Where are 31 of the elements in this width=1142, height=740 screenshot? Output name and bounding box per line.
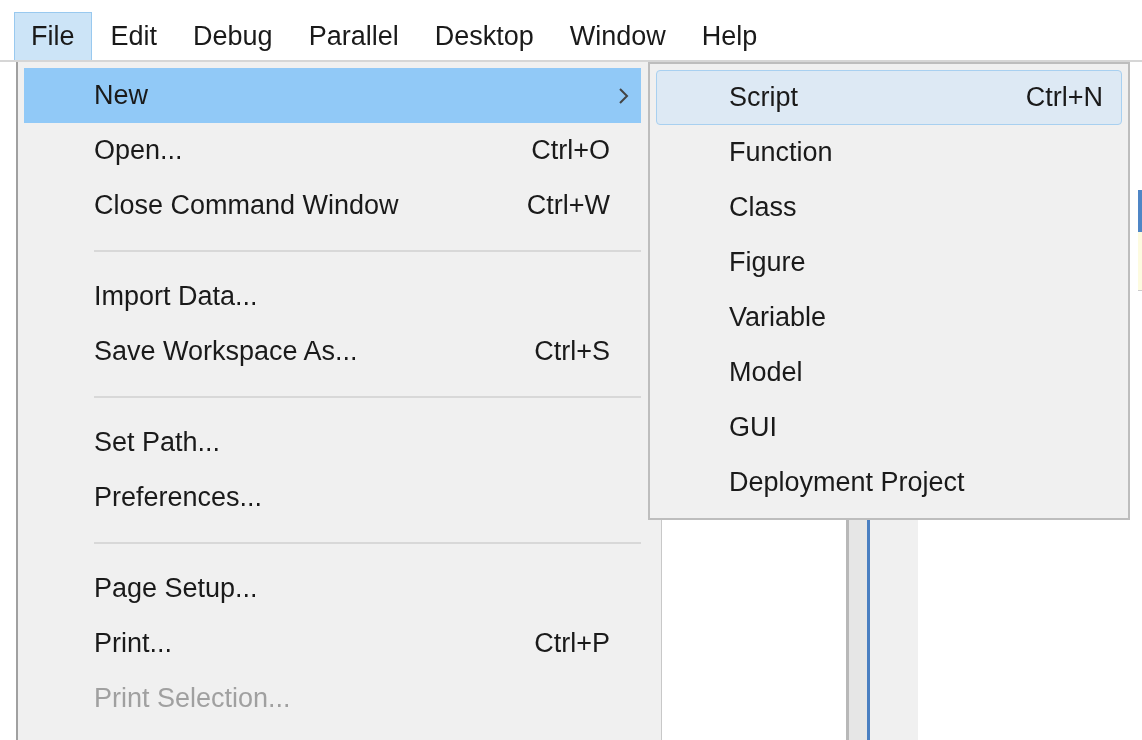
menu-item[interactable]: GUI xyxy=(656,400,1122,455)
menu-item[interactable]: Set Path... xyxy=(24,415,641,470)
table-header xyxy=(1138,190,1142,232)
menu-item[interactable]: Page Setup... xyxy=(24,561,641,616)
shortcut-text: Ctrl+P xyxy=(534,628,610,659)
menu-item[interactable]: Preferences... xyxy=(24,470,641,525)
menu-item[interactable]: Model xyxy=(656,345,1122,400)
menu-bar-item[interactable]: Edit xyxy=(93,12,175,60)
menu-item[interactable]: Function xyxy=(656,125,1122,180)
menu-bar-item[interactable]: Parallel xyxy=(291,12,416,60)
menu-item[interactable]: Figure xyxy=(656,235,1122,290)
menu-item[interactable]: Open... Ctrl+O xyxy=(24,123,641,178)
menu-item[interactable]: Script Ctrl+N xyxy=(656,70,1122,125)
menu-item[interactable]: Variable xyxy=(656,290,1122,345)
menu-item[interactable]: Close Command Window Ctrl+W xyxy=(24,178,641,233)
menu-bar-item[interactable]: Debug xyxy=(176,12,290,60)
shortcut-text: Ctrl+N xyxy=(1025,82,1103,113)
menu-bar-item[interactable]: Window xyxy=(552,12,683,60)
shortcut-text: Ctrl+O xyxy=(531,135,610,166)
menu-bar-item[interactable]: Help xyxy=(684,12,775,60)
menu-item[interactable]: New xyxy=(24,68,641,123)
menu-bar-item[interactable]: File xyxy=(14,12,92,60)
splitter-bar[interactable] xyxy=(846,517,870,740)
menu-item[interactable]: Class xyxy=(656,180,1122,235)
menu-item[interactable]: Import Data... xyxy=(24,269,641,324)
shortcut-text: Ctrl+S xyxy=(534,336,610,367)
menu-item[interactable]: Print... Ctrl+P xyxy=(24,616,641,671)
menu-bar-item[interactable]: Desktop xyxy=(417,12,551,60)
menu-item[interactable]: Deployment Project xyxy=(656,455,1122,510)
shortcut-text: Ctrl+W xyxy=(526,190,610,221)
menu-item[interactable]: Save Workspace As... Ctrl+S xyxy=(24,324,641,379)
